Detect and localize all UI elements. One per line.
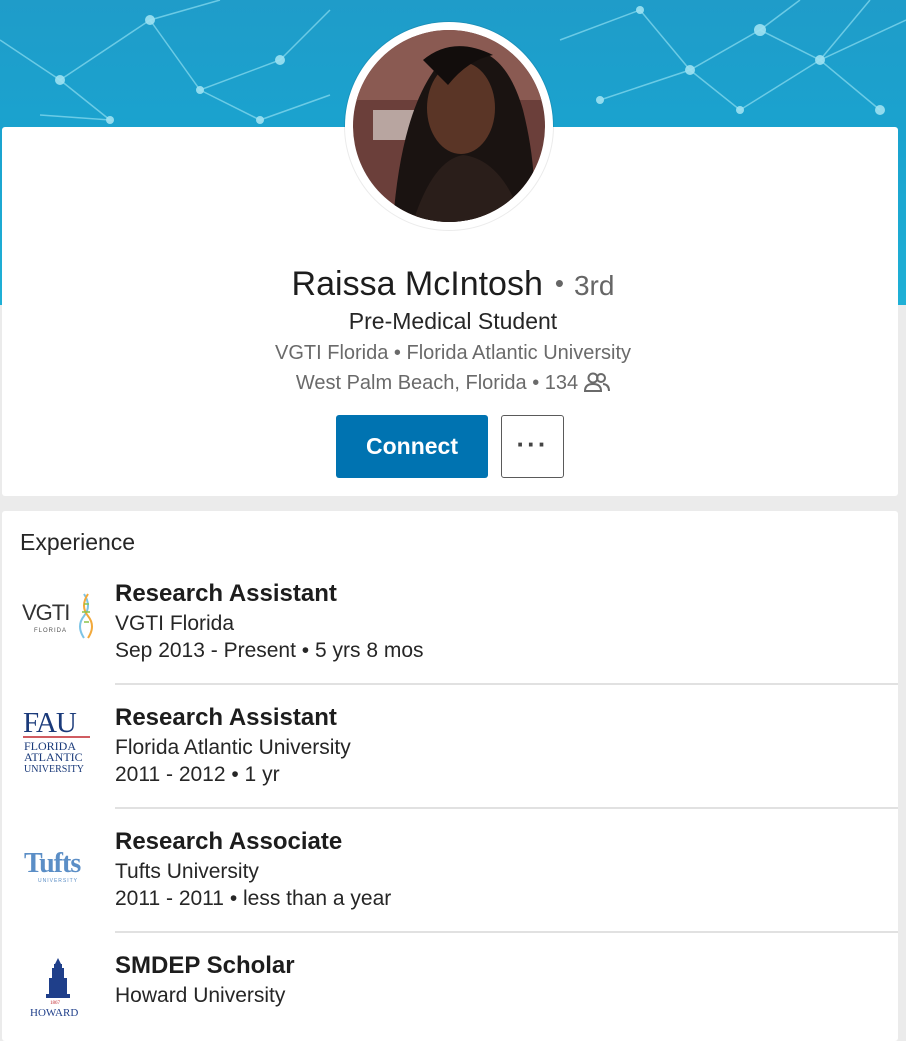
- howard-logo-text: HOWARD: [30, 1007, 78, 1019]
- experience-org: Howard University: [115, 984, 286, 1007]
- vgti-logo-sub: FLORIDA: [34, 628, 67, 634]
- experience-role: Research Associate: [115, 828, 343, 855]
- tufts-logo-text: Tufts: [24, 848, 81, 879]
- profile-headline: Pre-Medical Student: [348, 308, 558, 334]
- experience-dates: 2011 - 2012 • 1 yr: [115, 763, 280, 786]
- howard-logo: 1867 HOWARD: [18, 958, 98, 1028]
- experience-dates: 2011 - 2011 • less than a year: [115, 887, 392, 910]
- profile-name: Raissa McIntosh: [291, 265, 543, 303]
- tufts-logo-sub: UNIVERSITY: [38, 878, 78, 884]
- more-actions-button[interactable]: ···: [501, 415, 564, 478]
- connect-button[interactable]: Connect: [336, 415, 488, 478]
- vgti-logo-text: VGTI: [22, 600, 69, 625]
- fau-logo-sub3: UNIVERSITY: [24, 764, 84, 775]
- experience-role: SMDEP Scholar: [115, 952, 295, 979]
- tufts-logo: Tufts UNIVERSITY: [18, 842, 98, 912]
- howard-logo-year: 1867: [50, 1001, 61, 1006]
- experience-role: Research Assistant: [115, 704, 337, 731]
- profile-organizations: VGTI Florida • Florida Atlantic Universi…: [275, 342, 631, 364]
- profile-name-row: Raissa McIntosh • 3rd: [0, 262, 906, 308]
- connection-degree: 3rd: [573, 270, 615, 301]
- fau-logo-sub2: ATLANTIC: [24, 750, 83, 764]
- experience-org: VGTI Florida: [115, 612, 235, 635]
- avatar[interactable]: [345, 22, 553, 230]
- divider: [115, 931, 898, 933]
- divider: [115, 807, 898, 809]
- avatar-photo: [353, 30, 545, 222]
- separator-dot: •: [554, 268, 564, 298]
- profile-location-connections[interactable]: West Palm Beach, Florida • 134: [0, 369, 906, 397]
- experience-role: Research Assistant: [115, 580, 337, 607]
- fau-logo: FAU FLORIDA ATLANTIC UNIVERSITY: [18, 704, 98, 775]
- experience-dates: Sep 2013 - Present • 5 yrs 8 mos: [115, 639, 424, 662]
- location-connections-text: West Palm Beach, Florida • 134: [295, 372, 579, 394]
- divider: [115, 683, 898, 685]
- experience-org: Florida Atlantic University: [115, 736, 351, 759]
- experience-org: Tufts University: [115, 860, 259, 883]
- vgti-logo: VGTI FLORIDA: [18, 590, 98, 660]
- fau-logo-text: FAU: [23, 707, 77, 739]
- experience-section-title: Experience: [20, 529, 136, 555]
- connections-icon: [584, 372, 611, 392]
